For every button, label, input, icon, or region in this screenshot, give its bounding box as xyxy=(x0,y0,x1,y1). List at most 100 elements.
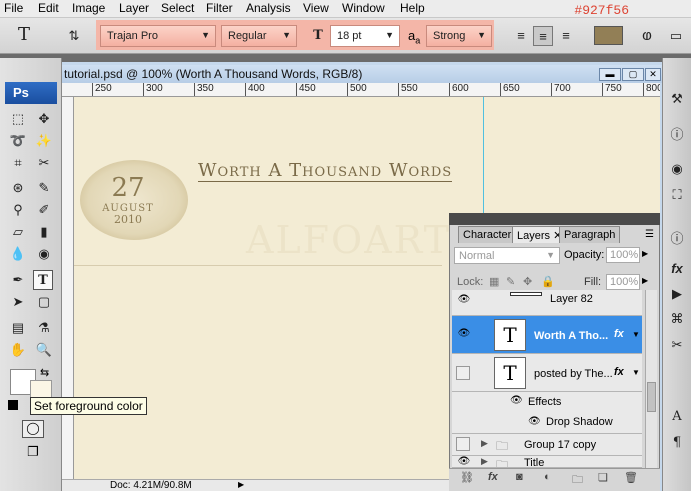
group-row[interactable]: 👁 ▶ 🗀 Title xyxy=(452,456,642,468)
effect-row[interactable]: 👁 Drop Shadow xyxy=(452,412,642,434)
align-right-icon[interactable]: ≡ xyxy=(556,26,576,46)
font-size-dropdown[interactable]: 18 pt ▼ xyxy=(330,25,400,47)
eye-icon[interactable]: 👁 xyxy=(528,416,541,427)
fill-field[interactable]: 100% xyxy=(606,274,640,290)
hand-icon[interactable]: ✋ xyxy=(8,340,28,360)
dodge-icon[interactable]: ◉ xyxy=(34,244,54,264)
expand-effects-icon[interactable]: ▼ xyxy=(632,330,640,339)
zoom-icon[interactable]: 🔍 xyxy=(34,340,54,360)
text-color-swatch[interactable] xyxy=(594,26,623,45)
opacity-field[interactable]: 100% xyxy=(606,247,640,263)
expand-group-icon[interactable]: ▶ xyxy=(481,438,488,449)
text-orientation-icon[interactable]: ⇅ xyxy=(64,26,84,46)
paths-icon[interactable]: ⌘ xyxy=(668,310,686,328)
brush-icon[interactable]: ✎ xyxy=(34,178,54,198)
color-icon[interactable]: ◉ xyxy=(668,160,686,178)
info-panel-icon[interactable]: ⓘ xyxy=(668,230,686,248)
align-center-icon[interactable]: ≡ xyxy=(533,26,553,46)
document-title[interactable]: tutorial.psd @ 100% (Worth A Thousand Wo… xyxy=(62,65,662,83)
close-doc-button[interactable]: ✕ xyxy=(645,68,661,81)
canvas-heading-text[interactable]: Worth A Thousand Words xyxy=(198,160,453,182)
character-panel-icon[interactable]: ▭ xyxy=(666,26,686,46)
align-left-icon[interactable]: ≡ xyxy=(511,26,531,46)
tools-icon[interactable]: ⚒ xyxy=(668,90,686,108)
path-select-icon[interactable]: ➤ xyxy=(8,292,28,312)
fill-slider-arrow-icon[interactable]: ▶ xyxy=(642,276,648,285)
link-layers-icon[interactable]: ⛓ xyxy=(460,471,474,484)
visibility-toggle-empty[interactable] xyxy=(456,437,470,451)
font-style-dropdown[interactable]: Regular ▼ xyxy=(221,25,297,47)
lock-transparent-icon[interactable]: ▦ xyxy=(489,275,499,288)
layer-row[interactable]: T posted by The... fx ▼ xyxy=(452,354,642,392)
menu-select[interactable]: Select xyxy=(161,1,194,15)
swap-colors-icon[interactable]: ⇆ xyxy=(40,366,49,379)
shape-icon[interactable]: ▢ xyxy=(34,292,54,312)
expand-effects-icon[interactable]: ▼ xyxy=(632,368,640,377)
menu-file[interactable]: File xyxy=(4,1,23,15)
menu-view[interactable]: View xyxy=(303,1,329,15)
character-icon[interactable]: A xyxy=(668,408,686,426)
paragraph-icon[interactable]: ¶ xyxy=(668,434,686,452)
delete-layer-icon[interactable]: 🗑 xyxy=(624,471,638,484)
actions-icon[interactable]: ▶ xyxy=(668,285,686,303)
menu-filter[interactable]: Filter xyxy=(206,1,233,15)
tab-character[interactable]: Character xyxy=(458,226,517,243)
quick-mask-icon[interactable]: ◯ xyxy=(22,420,44,438)
layer-row-selected[interactable]: 👁 T Worth A Tho... fx ▼ xyxy=(452,316,642,354)
gradient-icon[interactable]: ▮ xyxy=(34,222,54,242)
notes-icon[interactable]: ▤ xyxy=(8,318,28,338)
eraser-icon[interactable]: ▱ xyxy=(8,222,28,242)
menu-help[interactable]: Help xyxy=(400,1,425,15)
navigator-icon[interactable]: ⛶ xyxy=(668,186,686,204)
fx-icon[interactable]: fx xyxy=(614,366,624,378)
opacity-slider-arrow-icon[interactable]: ▶ xyxy=(642,249,648,258)
pen-icon[interactable]: ✒ xyxy=(8,270,28,290)
status-arrow-icon[interactable]: ▶ xyxy=(238,480,244,489)
effects-row[interactable]: 👁 Effects xyxy=(452,392,642,412)
blur-icon[interactable]: 💧 xyxy=(8,244,28,264)
eye-icon[interactable]: 👁 xyxy=(457,456,471,467)
minimize-button[interactable]: ▬ xyxy=(599,68,621,81)
lock-position-icon[interactable]: ✥ xyxy=(523,275,532,288)
type-tool-preset-icon[interactable]: T xyxy=(12,25,36,47)
menu-analysis[interactable]: Analysis xyxy=(246,1,291,15)
add-mask-icon[interactable]: ◙ xyxy=(516,471,523,483)
antialias-dropdown[interactable]: Strong ▼ xyxy=(426,25,492,47)
lock-all-icon[interactable]: 🔒 xyxy=(541,275,555,288)
panel-menu-icon[interactable]: ☰ xyxy=(645,229,654,240)
info-icon[interactable]: ⓘ xyxy=(668,126,686,144)
font-family-dropdown[interactable]: Trajan Pro ▼ xyxy=(100,25,216,47)
warp-text-icon[interactable]: ⱷ xyxy=(637,26,657,46)
panel-header[interactable] xyxy=(449,213,660,225)
lock-pixels-icon[interactable]: ✎ xyxy=(506,275,515,288)
expand-group-icon[interactable]: ▶ xyxy=(481,456,488,467)
group-row[interactable]: ▶ 🗀 Group 17 copy xyxy=(452,434,642,456)
brush-presets-icon[interactable]: ✂ xyxy=(668,336,686,354)
menu-edit[interactable]: Edit xyxy=(38,1,59,15)
marquee-icon[interactable]: ⬚ xyxy=(8,109,28,129)
healing-icon[interactable]: ⊛ xyxy=(8,178,28,198)
history-brush-icon[interactable]: ✐ xyxy=(34,200,54,220)
eye-icon[interactable]: 👁 xyxy=(510,395,523,406)
menu-layer[interactable]: Layer xyxy=(119,1,149,15)
scrollbar-thumb[interactable] xyxy=(647,382,656,412)
menu-image[interactable]: Image xyxy=(72,1,105,15)
eyedropper-icon[interactable]: ⚗ xyxy=(34,318,54,338)
layer-row[interactable]: 👁 Layer 82 xyxy=(452,290,642,316)
add-style-icon[interactable]: fx xyxy=(488,471,498,483)
layers-scrollbar[interactable] xyxy=(645,290,657,468)
maximize-button[interactable]: ▢ xyxy=(622,68,644,81)
new-layer-icon[interactable]: ❏ xyxy=(598,471,608,484)
magic-wand-icon[interactable]: ✨ xyxy=(34,131,54,151)
move-icon[interactable]: ✥ xyxy=(34,109,54,129)
clone-stamp-icon[interactable]: ⚲ xyxy=(8,200,28,220)
new-group-icon[interactable]: 🗀 xyxy=(572,471,583,490)
blend-mode-dropdown[interactable]: Normal ▼ xyxy=(454,247,560,264)
visibility-toggle-empty[interactable] xyxy=(456,366,470,380)
type-tool-icon[interactable]: T xyxy=(33,270,53,290)
eye-icon[interactable]: 👁 xyxy=(457,294,471,308)
screen-mode-icon[interactable]: ❐ xyxy=(20,444,46,462)
styles-icon[interactable]: fx xyxy=(668,260,686,278)
adjustment-layer-icon[interactable]: ◐ xyxy=(544,471,551,483)
menu-window[interactable]: Window xyxy=(342,1,385,15)
